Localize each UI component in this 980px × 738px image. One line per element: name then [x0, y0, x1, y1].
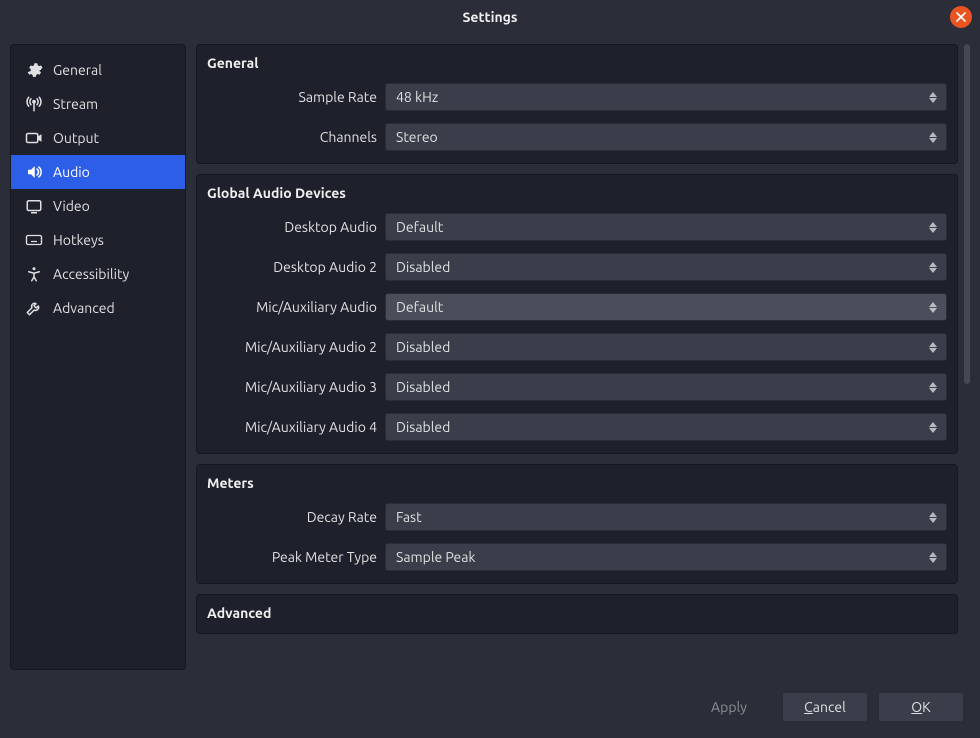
select-mic-aux-2[interactable]: Disabled [385, 333, 947, 361]
row-channels: Channels Stereo [207, 123, 947, 151]
output-icon [25, 129, 43, 147]
select-mic-aux[interactable]: Default [385, 293, 947, 321]
section-advanced: Advanced [196, 594, 958, 634]
section-meters: Meters Decay Rate Fast Peak Meter Type S… [196, 464, 958, 584]
row-desktop-audio-2: Desktop Audio 2 Disabled [207, 253, 947, 281]
sidebar-item-audio[interactable]: Audio [11, 155, 185, 189]
window-close-button[interactable] [950, 6, 972, 28]
audio-icon [25, 163, 43, 181]
select-desktop-audio[interactable]: Default [385, 213, 947, 241]
content-area: General Stream Output Audio Video [0, 34, 980, 680]
apply-button[interactable]: Apply [686, 692, 772, 722]
cancel-button[interactable]: Cancel [782, 692, 868, 722]
window-title: Settings [462, 9, 517, 25]
select-channels-value: Stereo [396, 129, 438, 145]
select-desktop-audio-value: Default [396, 219, 443, 235]
sidebar-item-label: Audio [53, 164, 90, 180]
row-mic-aux: Mic/Auxiliary Audio Default [207, 293, 947, 321]
spinner-icon [926, 302, 940, 313]
sidebar-item-stream[interactable]: Stream [11, 87, 185, 121]
label-desktop-audio: Desktop Audio [207, 219, 377, 235]
sidebar-item-label: Accessibility [53, 266, 129, 282]
row-peak-meter-type: Peak Meter Type Sample Peak [207, 543, 947, 571]
sidebar-item-label: Stream [53, 96, 98, 112]
spinner-icon [926, 132, 940, 143]
antenna-icon [25, 95, 43, 113]
spinner-icon [926, 222, 940, 233]
settings-main: General Sample Rate 48 kHz Channels St [196, 44, 970, 670]
section-general: General Sample Rate 48 kHz Channels St [196, 44, 958, 164]
label-decay-rate: Decay Rate [207, 509, 377, 525]
select-desktop-audio-2-value: Disabled [396, 259, 450, 275]
row-sample-rate: Sample Rate 48 kHz [207, 83, 947, 111]
sidebar-item-hotkeys[interactable]: Hotkeys [11, 223, 185, 257]
spinner-icon [926, 422, 940, 433]
gear-icon [25, 61, 43, 79]
spinner-icon [926, 382, 940, 393]
section-advanced-title: Advanced [207, 605, 947, 621]
accessibility-icon [25, 265, 43, 283]
select-mic-aux-3-value: Disabled [396, 379, 450, 395]
select-mic-aux-4[interactable]: Disabled [385, 413, 947, 441]
sidebar-item-label: Hotkeys [53, 232, 104, 248]
label-channels: Channels [207, 129, 377, 145]
spinner-icon [926, 552, 940, 563]
section-devices-title: Global Audio Devices [207, 185, 947, 201]
spinner-icon [926, 92, 940, 103]
sidebar-item-advanced[interactable]: Advanced [11, 291, 185, 325]
section-devices: Global Audio Devices Desktop Audio Defau… [196, 174, 958, 454]
label-peak-meter-type: Peak Meter Type [207, 549, 377, 565]
select-decay-rate[interactable]: Fast [385, 503, 947, 531]
label-mic-aux-2: Mic/Auxiliary Audio 2 [207, 339, 377, 355]
scrollbar-track[interactable] [962, 44, 970, 670]
spinner-icon [926, 342, 940, 353]
section-meters-title: Meters [207, 475, 947, 491]
monitor-icon [25, 197, 43, 215]
row-decay-rate: Decay Rate Fast [207, 503, 947, 531]
dialog-buttons: Apply Cancel OK [0, 680, 980, 738]
cancel-button-label: Cancel [804, 699, 846, 715]
select-mic-aux-value: Default [396, 299, 443, 315]
row-mic-aux-3: Mic/Auxiliary Audio 3 Disabled [207, 373, 947, 401]
ok-button-label: OK [911, 699, 930, 715]
sidebar-item-label: Advanced [53, 300, 115, 316]
label-mic-aux-4: Mic/Auxiliary Audio 4 [207, 419, 377, 435]
spinner-icon [926, 512, 940, 523]
section-general-title: General [207, 55, 947, 71]
row-mic-aux-2: Mic/Auxiliary Audio 2 Disabled [207, 333, 947, 361]
title-bar: Settings [0, 0, 980, 34]
settings-sidebar: General Stream Output Audio Video [10, 44, 186, 670]
select-channels[interactable]: Stereo [385, 123, 947, 151]
apply-button-label: Apply [711, 699, 747, 715]
sidebar-item-general[interactable]: General [11, 53, 185, 87]
select-mic-aux-3[interactable]: Disabled [385, 373, 947, 401]
sidebar-item-label: General [53, 62, 102, 78]
label-desktop-audio-2: Desktop Audio 2 [207, 259, 377, 275]
select-peak-meter-type-value: Sample Peak [396, 549, 476, 565]
tools-icon [25, 299, 43, 317]
close-icon [956, 12, 966, 22]
select-mic-aux-4-value: Disabled [396, 419, 450, 435]
label-sample-rate: Sample Rate [207, 89, 377, 105]
sidebar-item-output[interactable]: Output [11, 121, 185, 155]
scrollbar-thumb[interactable] [964, 44, 970, 384]
sidebar-item-accessibility[interactable]: Accessibility [11, 257, 185, 291]
row-desktop-audio: Desktop Audio Default [207, 213, 947, 241]
select-mic-aux-2-value: Disabled [396, 339, 450, 355]
keyboard-icon [25, 231, 43, 249]
label-mic-aux: Mic/Auxiliary Audio [207, 299, 377, 315]
spinner-icon [926, 262, 940, 273]
sidebar-item-label: Video [53, 198, 90, 214]
select-desktop-audio-2[interactable]: Disabled [385, 253, 947, 281]
select-peak-meter-type[interactable]: Sample Peak [385, 543, 947, 571]
select-sample-rate-value: 48 kHz [396, 89, 438, 105]
sidebar-item-video[interactable]: Video [11, 189, 185, 223]
label-mic-aux-3: Mic/Auxiliary Audio 3 [207, 379, 377, 395]
select-decay-rate-value: Fast [396, 509, 422, 525]
sidebar-item-label: Output [53, 130, 99, 146]
ok-button[interactable]: OK [878, 692, 964, 722]
select-sample-rate[interactable]: 48 kHz [385, 83, 947, 111]
row-mic-aux-4: Mic/Auxiliary Audio 4 Disabled [207, 413, 947, 441]
